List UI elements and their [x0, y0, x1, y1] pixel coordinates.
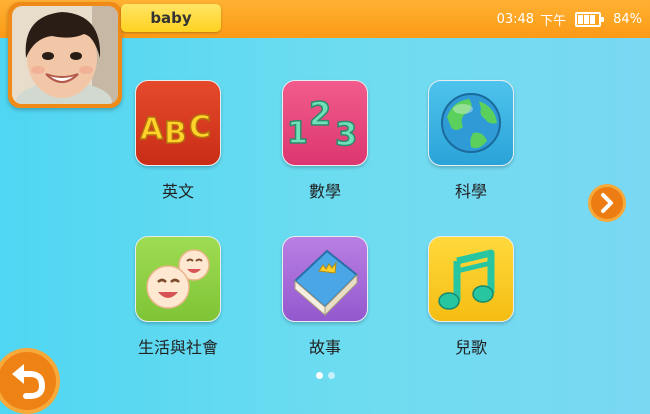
status-bar: 03:48 下午 84% — [497, 0, 642, 38]
profile-avatar[interactable] — [8, 2, 122, 108]
app-label: 生活與社會 — [137, 338, 218, 357]
svg-text:3: 3 — [335, 115, 357, 153]
app-label: 數學 — [308, 182, 341, 201]
clock-ampm: 下午 — [540, 13, 567, 29]
app-tile-life-society[interactable]: 生活與社會 — [135, 236, 221, 358]
numbers-123-icon: 1 2 3 — [282, 80, 368, 166]
back-arrow-icon — [12, 364, 46, 399]
clock-time: 03:48 — [496, 11, 535, 27]
smiley-faces-icon — [135, 236, 221, 322]
svg-text:A: A — [140, 112, 164, 147]
app-tile-math[interactable]: 1 2 3 數學 — [282, 80, 368, 202]
globe-icon — [428, 80, 514, 166]
storybook-icon — [282, 236, 368, 322]
svg-text:B: B — [164, 116, 187, 151]
app-tile-nursery-rhymes[interactable]: 兒歌 — [428, 236, 514, 358]
app-label: 故事 — [308, 338, 341, 357]
app-label: 兒歌 — [454, 338, 487, 357]
child-photo — [12, 6, 118, 104]
page-dot-active — [316, 372, 323, 379]
page-dot — [328, 372, 335, 379]
svg-text:2: 2 — [309, 95, 331, 133]
abc-letters-icon: A B C — [135, 80, 221, 166]
app-tile-story[interactable]: 故事 — [282, 236, 368, 358]
back-button[interactable] — [0, 348, 60, 414]
battery-icon — [575, 11, 605, 27]
page-indicator — [316, 372, 335, 379]
music-note-icon — [428, 236, 514, 322]
app-label: 科學 — [454, 182, 487, 201]
next-page-button[interactable] — [588, 184, 626, 222]
app-tile-english[interactable]: A B C 英文 — [135, 80, 221, 202]
app-label: 英文 — [161, 182, 194, 201]
battery-percent: 84% — [613, 11, 642, 27]
svg-text:1: 1 — [287, 116, 308, 151]
profile-name-button[interactable]: baby — [121, 4, 221, 32]
app-tile-science[interactable]: 科學 — [428, 80, 514, 202]
chevron-right-icon — [601, 193, 613, 213]
svg-text:C: C — [189, 110, 211, 145]
